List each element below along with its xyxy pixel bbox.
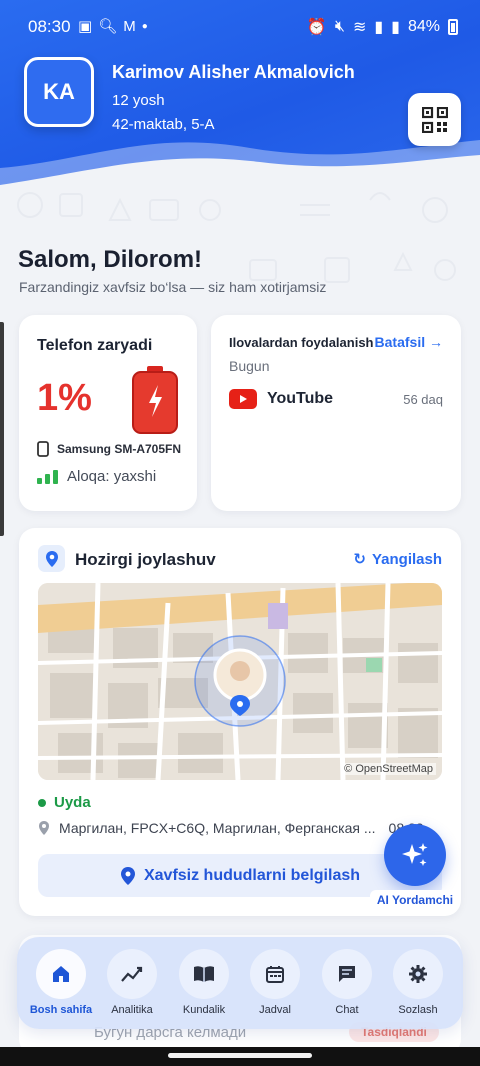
nav-schedule-label: Jadval <box>259 1004 291 1016</box>
child-school: 42-maktab, 5-A <box>112 116 215 133</box>
diary-icon <box>179 949 229 999</box>
nav-analytics[interactable]: Analitika <box>104 949 160 1016</box>
location-pin-icon <box>38 545 65 572</box>
location-map[interactable]: © OpenStreetMap <box>38 583 442 780</box>
nav-settings-label: Sozlash <box>398 1004 438 1016</box>
ai-assistant-label: AI Yordamchi <box>370 890 460 910</box>
greeting-subtitle: Farzandingiz xavfsiz bo‘lsa — siz ham xo… <box>19 279 327 295</box>
details-link[interactable]: Batafsil → <box>375 334 443 350</box>
qr-code-button[interactable] <box>408 93 461 146</box>
signal-bars-icon <box>37 469 58 484</box>
wifi-icon: ≋ <box>352 19 367 36</box>
status-dot <box>38 798 46 807</box>
location-address: Маргилан, FPCX+C6Q, Маргилан, Ферганская… <box>38 820 444 836</box>
child-age: 12 yosh <box>112 92 165 109</box>
bottom-navigation: Bosh sahifa Analitika Kundalik Jadval Ch… <box>17 937 463 1029</box>
search-notification-icon: 🔍︎ <box>98 18 118 35</box>
child-name: Karimov Alisher Akmalovich <box>112 62 355 82</box>
sparkles-icon <box>402 843 428 866</box>
connection-info: Aloqa: yaxshi <box>37 468 156 485</box>
app-usage-title: Ilovalardan foydalanish <box>229 335 374 350</box>
mail-notification-icon: M <box>123 17 136 35</box>
phone-icon <box>37 441 49 457</box>
location-title: Hozirgi joylashuv <box>75 550 216 569</box>
nav-chat-label: Chat <box>335 1004 359 1016</box>
map-attribution: © OpenStreetMap <box>341 763 436 775</box>
status-right: ⏰ 🔇︎ ≋ ▮ ▮ 84% <box>307 17 458 37</box>
nav-diary-label: Kundalik <box>182 1004 226 1016</box>
device-info: Samsung SM-A705FN <box>37 441 181 457</box>
battery-percent: 84% <box>407 18 440 35</box>
nav-analytics-label: Analitika <box>111 1004 153 1016</box>
nav-schedule[interactable]: Jadval <box>247 949 303 1016</box>
alarm-icon: ⏰ <box>306 19 327 36</box>
profile-header: 08:30 ▣ 🔍︎ M ● ⏰ 🔇︎ ≋ ▮ ▮ 84% KA Karimov… <box>0 0 480 200</box>
ai-assistant-button[interactable] <box>384 824 446 886</box>
safe-zones-label: Xavfsiz hududlarni belgilash <box>143 866 361 884</box>
arrow-right-icon: → <box>429 334 443 350</box>
app-usage-card[interactable]: Ilovalardan foydalanish Batafsil → Bugun… <box>211 315 461 511</box>
nav-diary[interactable]: Kundalik <box>176 949 232 1016</box>
battery-card[interactable]: Telefon zaryadi 1% Samsung SM-A705FN Alo… <box>19 315 197 511</box>
location-status-label: Uyda <box>54 794 91 811</box>
app-usage-time: 56 daq <box>403 391 443 407</box>
battery-percent-value: 1% <box>37 377 92 419</box>
avatar[interactable]: KA <box>24 57 94 127</box>
home-gesture-pill[interactable] <box>168 1053 312 1058</box>
map-tiles <box>38 583 442 780</box>
connection-status: Aloqa: yaxshi <box>67 468 157 485</box>
nav-home[interactable]: Bosh sahifa <box>29 949 93 1016</box>
nav-chat[interactable]: Chat <box>319 949 375 1016</box>
signal-icon: ▮ <box>374 19 384 36</box>
refresh-location-button[interactable]: ↻ Yangilash <box>353 550 442 569</box>
app-notification-icon: ▣ <box>78 18 93 35</box>
nav-home-label: Bosh sahifa <box>29 1004 93 1016</box>
youtube-icon <box>229 389 257 409</box>
qr-code-icon <box>421 106 448 133</box>
details-link-label: Batafsil <box>374 334 426 350</box>
analytics-icon <box>107 949 157 999</box>
calendar-icon <box>250 949 300 999</box>
signal-icon-2: ▮ <box>391 19 400 36</box>
refresh-label: Yangilash <box>371 550 442 568</box>
refresh-icon: ↻ <box>353 551 366 568</box>
more-dot-icon: ● <box>141 20 148 32</box>
battery-icon <box>448 19 458 35</box>
status-time: 08:30 <box>28 17 71 36</box>
nav-settings[interactable]: Sozlash <box>390 949 446 1016</box>
device-name: Samsung SM-A705FN <box>57 442 182 456</box>
notification-icons: ▣ 🔍︎ M ● <box>78 17 148 36</box>
address-pin-icon <box>39 821 49 835</box>
usage-period: Bugun <box>229 358 270 374</box>
location-status: Uyda <box>38 794 91 811</box>
edge-panel-handle[interactable] <box>0 322 4 536</box>
greeting-title: Salom, Dilorom! <box>18 246 203 273</box>
chat-icon <box>322 949 372 999</box>
home-icon <box>36 949 86 999</box>
app-usage-row[interactable]: YouTube 56 daq <box>229 389 443 409</box>
mute-icon: 🔇︎ <box>334 18 345 35</box>
add-location-icon <box>120 866 135 885</box>
battery-card-title: Telefon zaryadi <box>37 337 153 354</box>
low-battery-icon <box>132 366 178 434</box>
gear-icon <box>393 949 443 999</box>
address-text: Маргилан, FPCX+C6Q, Маргилан, Ферганская… <box>59 820 376 836</box>
app-name: YouTube <box>267 390 334 407</box>
status-bar: 08:30 ▣ 🔍︎ M ● ⏰ 🔇︎ ≋ ▮ ▮ 84% <box>0 0 480 52</box>
